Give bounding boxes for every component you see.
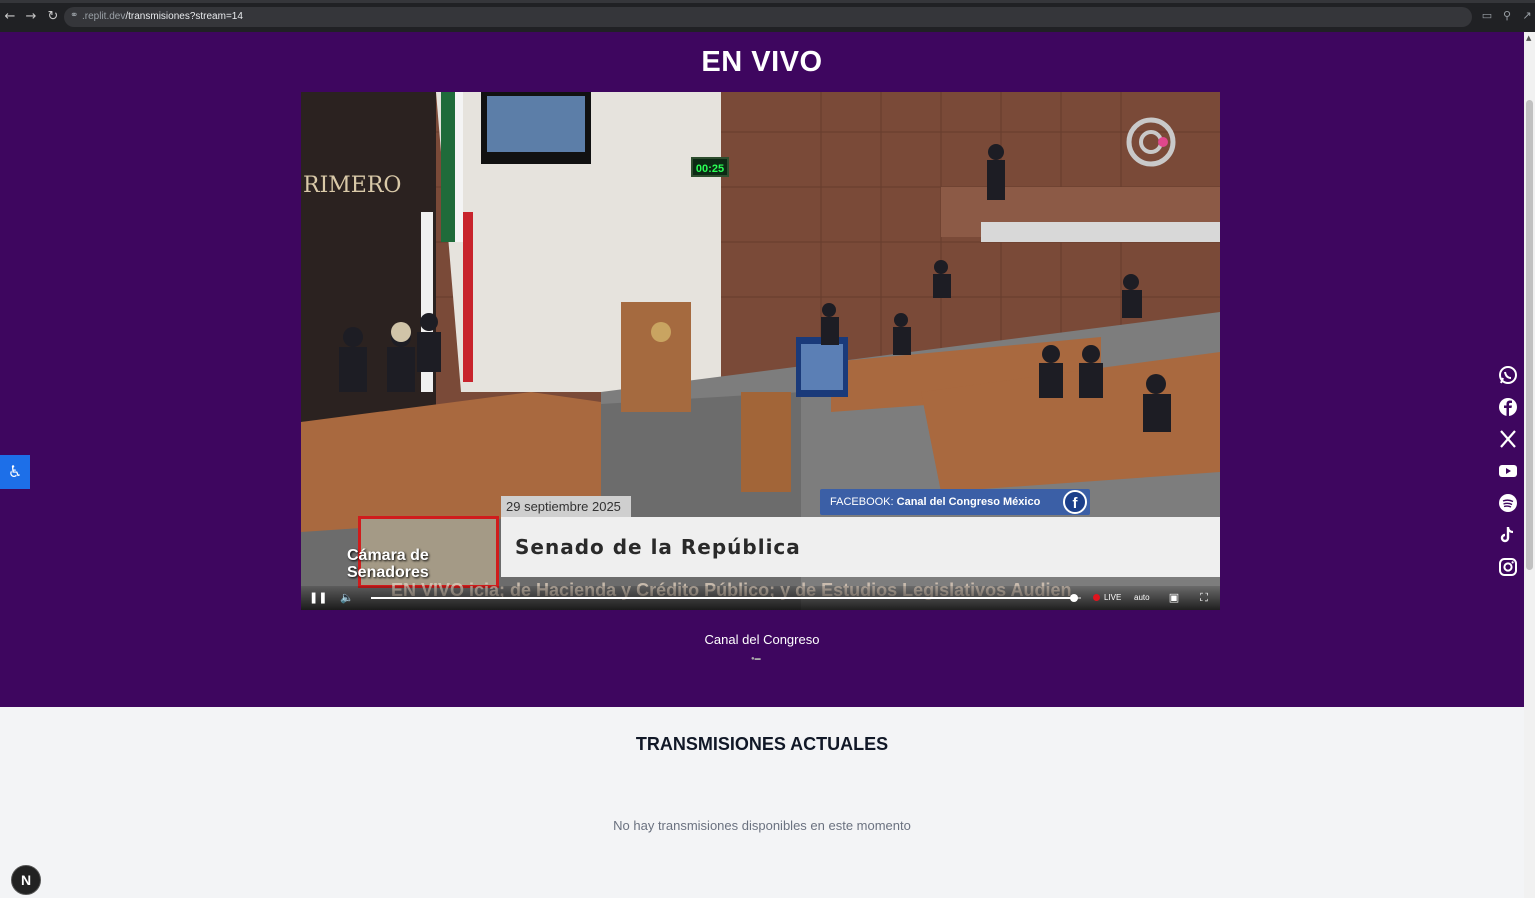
channel-name: Canal del Congreso xyxy=(704,632,820,647)
cast-icon[interactable]: ▭ xyxy=(1480,9,1494,23)
camara-senadores-text: Cámara de Senadores xyxy=(347,547,429,581)
overlay-title: Senado de la República xyxy=(515,535,801,559)
empty-streams-message: No hay transmisiones disponibles en este… xyxy=(613,818,911,833)
overlay-lower-third: Senado de la República xyxy=(501,517,1220,577)
spotify-icon[interactable] xyxy=(1498,493,1518,513)
scrollbar-thumb[interactable] xyxy=(1526,100,1533,570)
pause-icon[interactable]: ❚❚ xyxy=(309,590,327,606)
overlay-facebook-prefix: FACEBOOK: xyxy=(830,496,894,508)
url-path: /transmisiones?stream=14 xyxy=(125,11,243,22)
whatsapp-icon[interactable] xyxy=(1498,365,1518,385)
overlay-facebook-name: Canal del Congreso México xyxy=(896,496,1041,508)
page-scrollbar[interactable]: ▲ xyxy=(1524,32,1535,898)
progress-knob[interactable] xyxy=(1069,594,1078,602)
wall-text: RIMERO xyxy=(303,173,401,198)
live-dot-icon xyxy=(1093,594,1100,601)
fullscreen-icon[interactable]: ⛶ xyxy=(1197,590,1211,606)
progress-fill xyxy=(371,597,1074,599)
back-icon[interactable]: ← xyxy=(2,9,18,25)
progress-bar[interactable] xyxy=(371,594,1081,602)
quality-label[interactable]: auto xyxy=(1134,591,1150,605)
accessibility-button[interactable]: ♿ xyxy=(0,455,30,489)
facebook-icon[interactable] xyxy=(1498,397,1518,417)
instagram-icon[interactable] xyxy=(1498,557,1518,577)
url-text[interactable]: .replit.dev/transmisiones?stream=14 xyxy=(82,11,243,22)
youtube-icon[interactable] xyxy=(1498,461,1518,481)
key-icon[interactable]: ⚲ xyxy=(1500,9,1514,23)
picture-in-picture-icon[interactable]: ▣ xyxy=(1166,590,1182,606)
address-bar[interactable]: ⚭ .replit.dev/transmisiones?stream=14 xyxy=(64,7,1472,27)
scroll-up-icon[interactable]: ▲ xyxy=(1526,34,1531,42)
camara-text-line1: Cámara de xyxy=(347,547,429,564)
player-controls: ❚❚ 🔈 LIVE auto ▣ ⛶ xyxy=(301,586,1220,610)
live-title: EN VIVO xyxy=(701,46,823,78)
url-host: .replit.dev xyxy=(82,11,126,22)
dev-tools-badge[interactable]: N xyxy=(11,865,41,895)
loading-indicator-icon: ●▬ xyxy=(751,656,761,662)
video-player[interactable]: RIMERO 00:25 29 septiembre 2025 FACEBOOK… xyxy=(301,92,1220,610)
volume-icon[interactable]: 🔈 xyxy=(339,590,355,606)
reload-icon[interactable]: ↻ xyxy=(45,9,61,25)
browser-toolbar: ← → ↻ ⚭ .replit.dev/transmisiones?stream… xyxy=(0,0,1535,32)
overlay-facebook: FACEBOOK: Canal del Congreso México xyxy=(820,489,1090,515)
open-external-icon[interactable]: ↗ xyxy=(1520,9,1534,23)
session-clock: 00:25 xyxy=(691,157,729,177)
facebook-logo-icon: f xyxy=(1063,490,1087,514)
current-streams-title: TRANSMISIONES ACTUALES xyxy=(635,734,889,754)
accessibility-icon: ♿ xyxy=(7,462,23,481)
live-section: EN VIVO RIMERO 00:25 29 septiembre 2025 … xyxy=(0,32,1524,707)
site-info-icon[interactable]: ⚭ xyxy=(70,10,78,21)
tiktok-icon[interactable] xyxy=(1498,525,1518,545)
camara-text-line2: Senadores xyxy=(347,564,429,581)
live-label[interactable]: LIVE xyxy=(1104,591,1121,605)
tab-strip xyxy=(0,0,1535,3)
forward-icon[interactable]: → xyxy=(23,9,39,25)
overlay-date: 29 septiembre 2025 xyxy=(501,496,631,518)
x-icon[interactable] xyxy=(1498,429,1518,449)
current-streams-section: TRANSMISIONES ACTUALES No hay transmisio… xyxy=(0,707,1524,898)
